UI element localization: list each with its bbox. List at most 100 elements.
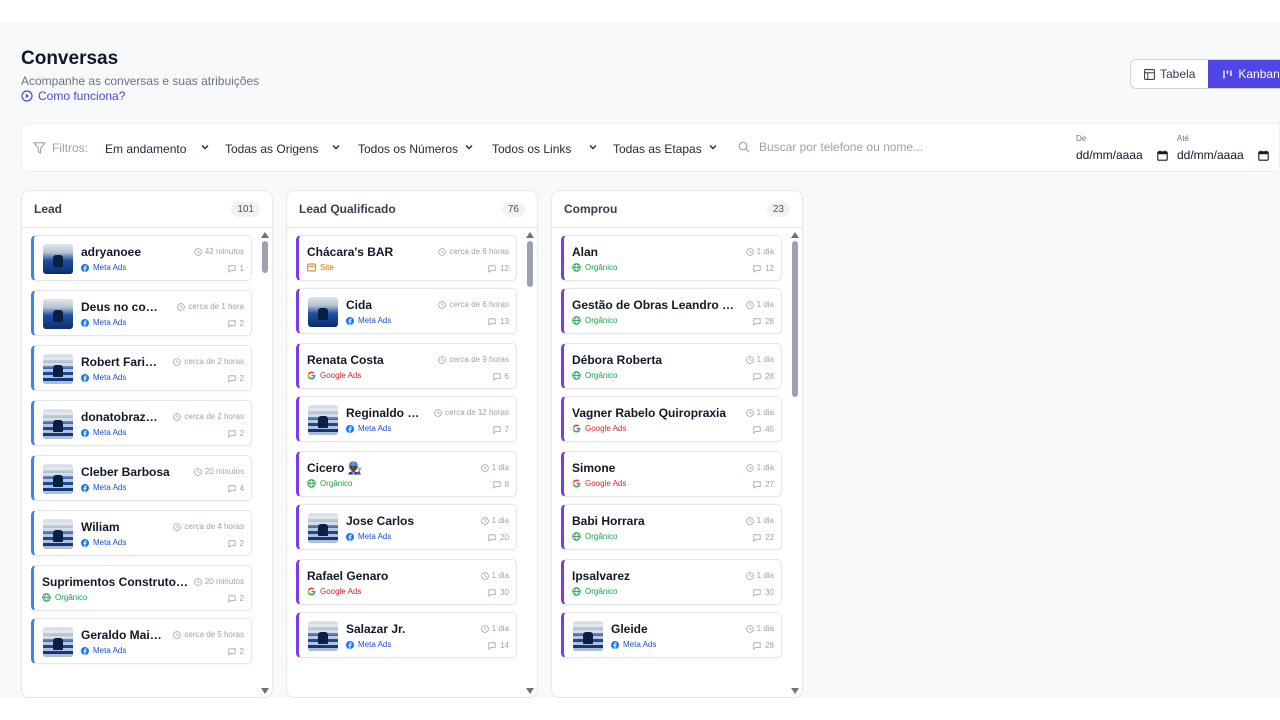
message-count-value: 12 [765,264,774,273]
table-view-button[interactable]: Tabela [1131,60,1208,88]
conversation-card[interactable]: Simone Google Ads 1 dia 27 [561,451,782,497]
time-label: 1 dia [491,571,509,580]
conversation-card[interactable]: Ipsalvarez Orgânico 1 dia 30 [561,559,782,605]
facebook-icon [81,373,89,382]
message-count: 30 [488,588,509,597]
conversation-card[interactable]: Geraldo Maia Dantas Meta Ads cerca de 5 ho… [31,618,252,664]
conversation-card[interactable]: Babi Horrara Orgânico 1 dia 22 [561,504,782,550]
message-count: 12 [753,264,774,273]
conversation-card[interactable]: Débora Roberta Orgânico 1 dia 28 [561,343,782,389]
time-label: cerca de 5 horas [184,630,244,639]
source-badge: Orgânico [572,316,617,325]
scroll-down-arrow[interactable] [261,688,269,694]
conversation-card[interactable]: Alan Orgânico 1 dia 12 [561,235,782,281]
facebook-icon [81,428,89,437]
message-count-value: 2 [239,319,244,328]
kanban-icon [1223,70,1233,78]
time-label: 1 dia [756,571,774,580]
conversation-card[interactable]: Jose Carlos Meta Ads 1 dia 20 [296,504,517,550]
scroll-thumb[interactable] [792,241,798,398]
date-to-input[interactable]: dd/mm/aaaa [1177,148,1269,162]
conversation-card[interactable]: Cleber Barbosa Meta Ads 20 minutos 4 [31,455,252,501]
scroll-thumb[interactable] [262,241,268,274]
search-input[interactable]: Buscar por telefone ou nome... [738,140,923,154]
date-from-input[interactable]: dd/mm/aaaa [1076,148,1168,162]
scroll-up-arrow[interactable] [526,232,534,238]
kanban-view-button[interactable]: Kanban [1208,60,1280,88]
facebook-icon [81,263,89,272]
conversation-card[interactable]: Wiliam Meta Ads cerca de 4 horas 2 [31,510,252,556]
scroll-down-arrow[interactable] [526,688,534,694]
last-activity: 1 dia [478,571,509,580]
origins-filter-dropdown[interactable]: Todas as Origens [225,142,318,156]
conversation-card[interactable]: Vagner Rabelo Quiropraxia Google Ads 1 dia… [561,396,782,442]
contact-name: Débora Roberta [572,353,663,367]
conversation-card[interactable]: Suprimentos Construtora Valle Orgânico 20 … [31,565,252,611]
last-activity: cerca de 2 horas [171,412,244,421]
conversation-card[interactable]: Cida Meta Ads cerca de 6 horas 13 [296,288,517,334]
conversation-card[interactable]: Deus no comando Meta Ads cerca de 1 hora 2 [31,290,252,336]
scrollbar[interactable] [260,231,270,695]
message-count: 2 [227,319,244,328]
source-label: Orgânico [585,263,618,272]
globe-icon [572,371,581,380]
globe-icon [307,479,316,488]
contact-name: Cleber Barbosa [81,465,170,479]
message-count-value: 14 [500,641,509,650]
contact-name: Gestão de Obras Leandro Fiuza [572,298,740,312]
how-it-works-link[interactable]: Como funciona? [21,89,125,103]
calendar-icon[interactable] [1257,150,1269,161]
chevron-down-icon[interactable] [331,142,341,152]
source-badge: Google Ads [572,479,626,488]
time-label: 1 dia [756,355,774,364]
scroll-up-arrow[interactable] [261,232,269,238]
message-count: 30 [753,588,774,597]
last-activity: 1 dia [743,571,774,580]
conversation-card[interactable]: donatobraz@hotmail.com Meta Ads cerca de 2… [31,400,252,446]
chevron-down-icon[interactable] [464,142,474,152]
time-label: 1 dia [491,624,509,633]
clock-icon [745,571,754,580]
chevron-down-icon[interactable] [588,142,598,152]
source-label: Google Ads [585,479,627,488]
contact-name: Vagner Rabelo Quiropraxia [572,406,727,420]
time-label: 1 dia [756,300,774,309]
facebook-icon [81,538,89,547]
contact-name: Jose Carlos [346,514,415,528]
chevron-down-icon[interactable] [200,142,210,152]
conversation-card[interactable]: Chácara's BAR Site cerca de 6 horas 12 [296,235,517,281]
scrollbar[interactable] [790,231,800,695]
source-badge: Meta Ads [346,316,391,325]
last-activity: 1 dia [478,463,509,472]
scrollbar[interactable] [525,231,535,695]
contact-name: Cida [346,298,373,312]
status-filter-dropdown[interactable]: Em andamento [105,142,186,156]
clock-icon [194,247,202,256]
conversation-card[interactable]: Gleide Meta Ads 1 dia 28 [561,612,782,658]
facebook-icon [611,640,619,649]
time-label: cerca de 4 horas [184,522,244,531]
message-count: 28 [753,372,774,381]
conversation-card[interactable]: Salazar Jr. Meta Ads 1 dia 14 [296,612,517,658]
links-filter-dropdown[interactable]: Todos os Links [492,142,571,156]
conversation-card[interactable]: Gestão de Obras Leandro Fiuza Orgânico 1 d… [561,288,782,334]
calendar-icon[interactable] [1156,150,1168,161]
conversation-card[interactable]: Cicero 👨🏿‍🔧 Orgânico 1 dia 8 [296,451,517,497]
conversation-card[interactable]: Renata Costa Google Ads cerca de 9 horas 6 [296,343,517,389]
contact-name: adryanoee [81,245,142,259]
chevron-down-icon[interactable] [708,142,718,152]
scroll-up-arrow[interactable] [791,232,799,238]
google-icon [307,371,316,380]
conversation-card[interactable]: Rafael Genaro Google Ads 1 dia 30 [296,559,517,605]
message-count: 4 [227,484,244,493]
message-count: 22 [753,533,774,542]
view-toggle: Tabela Kanban [1130,59,1280,89]
numbers-filter-dropdown[interactable]: Todos os Números [358,142,458,156]
conversation-card[interactable]: Robert Faria (Azevedo) Meta Ads cerca de 2… [31,345,252,391]
scroll-thumb[interactable] [527,241,533,287]
facebook-icon [81,483,89,492]
scroll-down-arrow[interactable] [791,688,799,694]
stages-filter-dropdown[interactable]: Todas as Etapas [613,142,702,156]
conversation-card[interactable]: Reginaldo Pessoa Meta Ads cerca de 12 hora… [296,396,517,442]
conversation-card[interactable]: adryanoee Meta Ads 42 minutos 1 [31,235,252,281]
